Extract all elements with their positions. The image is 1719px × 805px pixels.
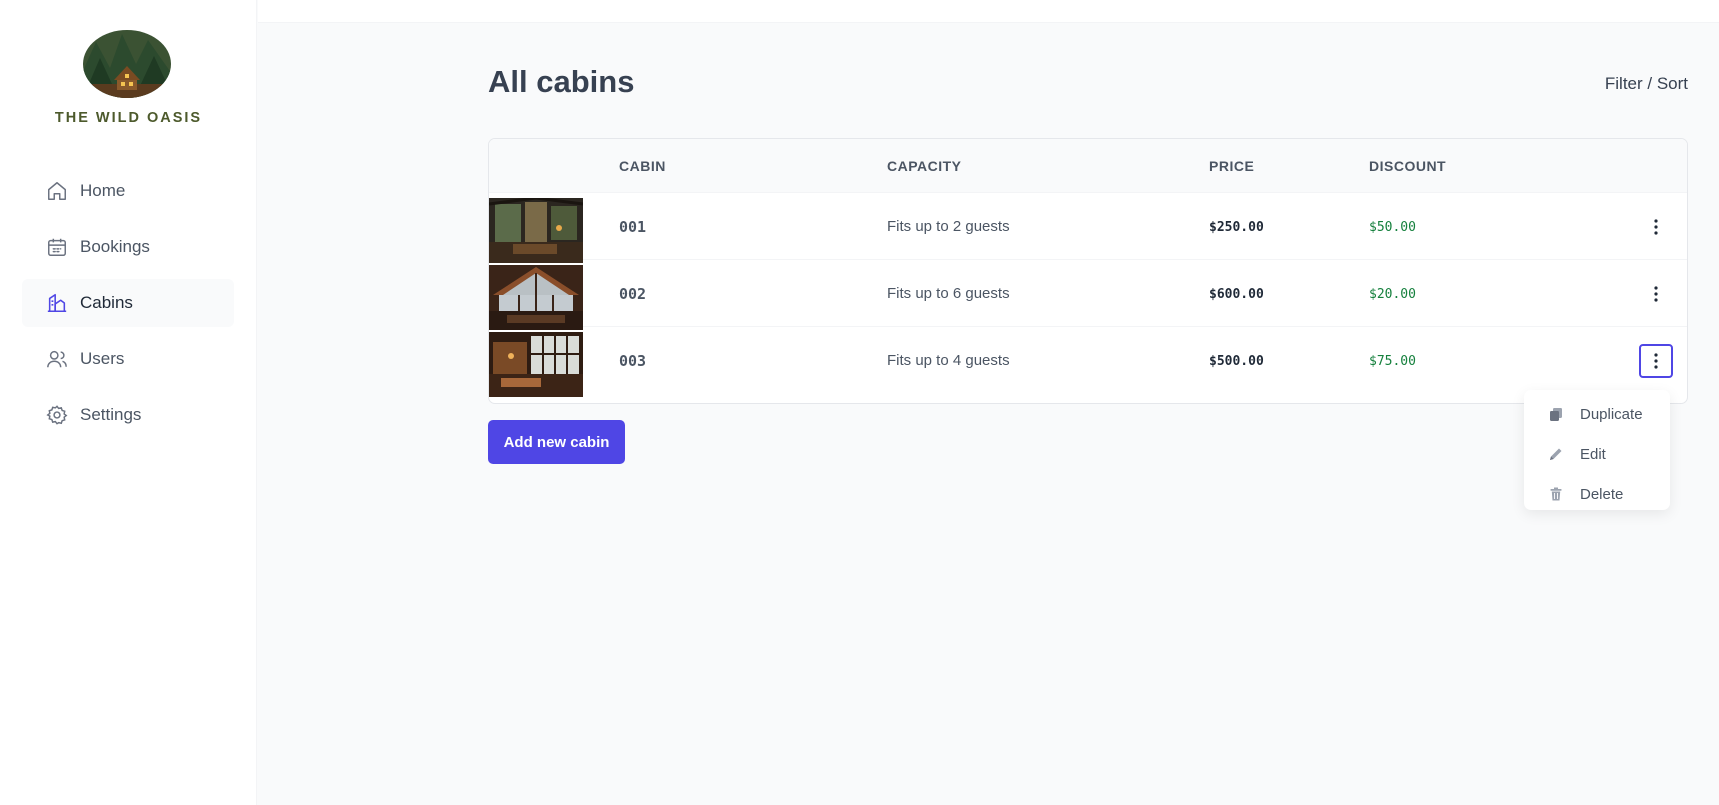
menu-item-edit[interactable]: Edit xyxy=(1524,434,1670,474)
column-header-cabin: CABIN xyxy=(619,158,666,174)
cabin-price: $500.00 xyxy=(1209,354,1264,369)
cabin-name: 002 xyxy=(619,285,647,303)
sidebar-nav: Home Bookings Cabins Users Settings xyxy=(22,167,234,447)
sidebar-item-home[interactable]: Home xyxy=(22,167,234,215)
home-icon xyxy=(46,180,68,202)
top-header xyxy=(258,0,1719,23)
cabin-icon xyxy=(46,292,68,314)
sidebar-item-users[interactable]: Users xyxy=(22,335,234,383)
cabin-capacity: Fits up to 4 guests xyxy=(887,352,1010,369)
column-header-price: PRICE xyxy=(1209,158,1255,174)
cabin-discount: $50.00 xyxy=(1369,220,1416,235)
brand-name: THE WILD OASIS xyxy=(54,110,203,126)
table-row: 001 Fits up to 2 guests $250.00 $50.00 xyxy=(489,193,1687,263)
row-menu-button[interactable] xyxy=(1639,344,1673,378)
cabin-name: 003 xyxy=(619,352,647,370)
pencil-icon xyxy=(1548,446,1564,462)
menu-item-delete[interactable]: Delete xyxy=(1524,474,1670,514)
column-header-discount: DISCOUNT xyxy=(1369,158,1447,174)
cabin-name: 001 xyxy=(619,218,647,236)
gear-icon xyxy=(46,404,68,426)
row-menu-button[interactable] xyxy=(1639,210,1673,244)
table-row: 003 Fits up to 4 guests $500.00 $75.00 xyxy=(489,327,1687,397)
cabin-discount: $20.00 xyxy=(1369,287,1416,302)
menu-item-duplicate[interactable]: Duplicate xyxy=(1524,394,1670,434)
cabin-price: $250.00 xyxy=(1209,220,1264,235)
more-vertical-icon xyxy=(1654,286,1658,302)
cabins-table: CABIN CAPACITY PRICE DISCOUNT 001 Fits u… xyxy=(488,138,1688,404)
sidebar-item-cabins[interactable]: Cabins xyxy=(22,279,234,327)
cabin-discount: $75.00 xyxy=(1369,354,1416,369)
more-vertical-icon xyxy=(1654,219,1658,235)
cabin-image xyxy=(489,265,583,330)
menu-item-label: Edit xyxy=(1580,445,1606,463)
sidebar-item-bookings[interactable]: Bookings xyxy=(22,223,234,271)
table-row: 002 Fits up to 6 guests $600.00 $20.00 xyxy=(489,260,1687,330)
sidebar-item-settings[interactable]: Settings xyxy=(22,391,234,439)
duplicate-icon xyxy=(1548,406,1564,422)
trash-icon xyxy=(1548,486,1564,502)
app: THE WILD OASIS Home Bookings Cabins User… xyxy=(0,0,1719,805)
logo xyxy=(82,28,172,98)
menu-item-label: Duplicate xyxy=(1580,405,1643,423)
menu-item-label: Delete xyxy=(1580,485,1624,503)
calendar-icon xyxy=(46,236,68,258)
sidebar-item-label: Cabins xyxy=(80,293,133,312)
cabin-price: $600.00 xyxy=(1209,287,1264,302)
cabin-capacity: Fits up to 6 guests xyxy=(887,285,1010,302)
sidebar: THE WILD OASIS Home Bookings Cabins User… xyxy=(0,0,257,805)
cabin-image xyxy=(489,198,583,263)
cabin-image xyxy=(489,332,583,397)
add-cabin-button[interactable]: Add new cabin xyxy=(488,420,625,464)
more-vertical-icon xyxy=(1654,353,1658,369)
row-menu-button[interactable] xyxy=(1639,277,1673,311)
column-header-capacity: CAPACITY xyxy=(887,158,962,174)
page-title: All cabins xyxy=(488,64,635,99)
sidebar-item-label: Users xyxy=(80,349,125,368)
sidebar-item-label: Bookings xyxy=(80,237,150,256)
row-actions-menu: Duplicate Edit Delete xyxy=(1524,390,1670,510)
filter-sort: Filter / Sort xyxy=(1604,74,1688,93)
cabin-capacity: Fits up to 2 guests xyxy=(887,218,1010,235)
sidebar-item-label: Home xyxy=(80,181,126,200)
table-header: CABIN CAPACITY PRICE DISCOUNT xyxy=(489,139,1687,193)
sidebar-item-label: Settings xyxy=(80,405,142,424)
users-icon xyxy=(46,348,68,370)
